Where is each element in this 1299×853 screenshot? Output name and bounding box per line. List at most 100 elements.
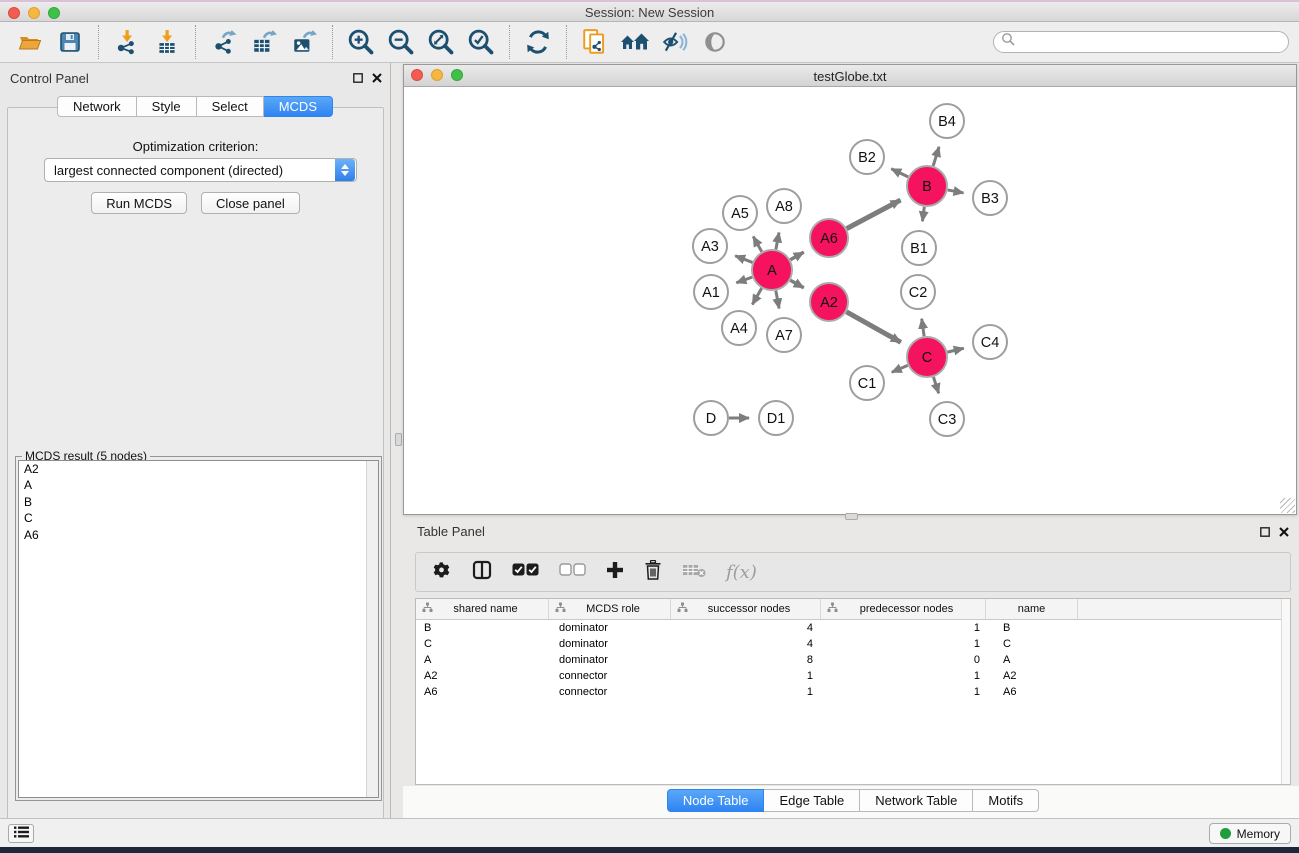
tab-mcds[interactable]: MCDS xyxy=(264,96,333,117)
table-scrollbar[interactable] xyxy=(1281,599,1290,784)
import-network-button[interactable] xyxy=(107,23,147,61)
zoom-selected-button[interactable] xyxy=(461,23,501,61)
task-history-button[interactable] xyxy=(8,824,34,843)
table-cell[interactable]: dominator xyxy=(549,620,671,636)
graph-edge-A-A7[interactable] xyxy=(776,291,779,309)
graph-node-D[interactable]: D xyxy=(694,401,728,435)
graph-node-B1[interactable]: B1 xyxy=(902,231,936,265)
show-columns-button[interactable] xyxy=(472,560,492,585)
graph-edge-B-B3[interactable] xyxy=(948,190,964,193)
graph-node-A6[interactable]: A6 xyxy=(810,219,848,257)
graph-node-A5[interactable]: A5 xyxy=(723,196,757,230)
clone-network-button[interactable] xyxy=(575,23,615,61)
add-row-button[interactable] xyxy=(606,561,624,584)
table-cell[interactable]: A6 xyxy=(416,684,549,700)
graph-node-B2[interactable]: B2 xyxy=(850,140,884,174)
graph-edge-A-A8[interactable] xyxy=(776,233,779,250)
table-cell[interactable]: A2 xyxy=(416,668,549,684)
tab-style[interactable]: Style xyxy=(137,96,197,117)
table-cell[interactable]: dominator xyxy=(549,652,671,668)
table-settings-button[interactable] xyxy=(432,560,452,585)
table-cell[interactable]: B xyxy=(416,620,549,636)
table-cell[interactable]: 1 xyxy=(821,620,986,636)
home-view-button[interactable] xyxy=(615,23,655,61)
window-resize-grip[interactable] xyxy=(1280,498,1295,513)
optimization-criterion-dropdown[interactable]: largest connected component (directed) xyxy=(44,158,357,182)
table-row[interactable]: Bdominator41B xyxy=(416,620,1290,636)
table-cell[interactable]: connector xyxy=(549,684,671,700)
graph-edge-C-C2[interactable] xyxy=(922,319,924,336)
graph-edge-A-A5[interactable] xyxy=(753,237,762,252)
graph-edge-A6-B[interactable] xyxy=(847,200,901,229)
graph-node-C3[interactable]: C3 xyxy=(930,402,964,436)
network-window-titlebar[interactable]: testGlobe.txt xyxy=(404,65,1296,87)
mcds-result-list[interactable]: A2ABCA6 xyxy=(18,460,379,798)
result-item[interactable]: A2 xyxy=(19,461,378,477)
zoom-in-button[interactable] xyxy=(341,23,381,61)
tab-node-table[interactable]: Node Table xyxy=(667,789,765,812)
select-all-button[interactable] xyxy=(512,563,539,581)
table-cell[interactable]: 8 xyxy=(671,652,821,668)
hide-graphics-details-button[interactable] xyxy=(655,23,695,61)
tab-select[interactable]: Select xyxy=(197,96,264,117)
table-cell[interactable]: 1 xyxy=(821,684,986,700)
open-session-button[interactable] xyxy=(10,23,50,61)
column-header-name[interactable]: name xyxy=(986,599,1078,619)
table-cell[interactable]: A6 xyxy=(986,684,1078,700)
result-item[interactable]: B xyxy=(19,494,378,510)
graph-node-B3[interactable]: B3 xyxy=(973,181,1007,215)
graph-node-C2[interactable]: C2 xyxy=(901,275,935,309)
graph-edge-A-A1[interactable] xyxy=(736,277,752,283)
graph-edge-B-B1[interactable] xyxy=(922,207,924,221)
zoom-out-button[interactable] xyxy=(381,23,421,61)
table-cell[interactable]: A2 xyxy=(986,668,1078,684)
tab-network[interactable]: Network xyxy=(57,96,137,117)
float-table-panel-icon[interactable] xyxy=(1259,526,1270,537)
graph-node-A4[interactable]: A4 xyxy=(722,311,756,345)
column-header-successor-nodes[interactable]: successor nodes xyxy=(671,599,821,619)
tab-motifs[interactable]: Motifs xyxy=(973,789,1039,812)
export-image-button[interactable] xyxy=(284,23,324,61)
table-row[interactable]: Cdominator41C xyxy=(416,636,1290,652)
network-canvas[interactable]: B4B2BB3A8A5A6A3B1AA1C2A2A4A7C4CC1C3DD1 xyxy=(404,87,1296,514)
graph-edge-A-A6[interactable] xyxy=(790,252,803,260)
graph-edge-A-A3[interactable] xyxy=(735,256,752,263)
graph-node-A7[interactable]: A7 xyxy=(767,318,801,352)
tab-edge-table[interactable]: Edge Table xyxy=(764,789,860,812)
graph-edge-A-A4[interactable] xyxy=(752,288,761,304)
table-cell[interactable]: A xyxy=(416,652,549,668)
search-input[interactable] xyxy=(1016,33,1288,51)
table-cell[interactable]: B xyxy=(986,620,1078,636)
table-cell[interactable]: 4 xyxy=(671,636,821,652)
run-mcds-button[interactable]: Run MCDS xyxy=(91,192,187,214)
result-item[interactable]: A6 xyxy=(19,527,378,543)
column-header-predecessor-nodes[interactable]: predecessor nodes xyxy=(821,599,986,619)
result-item[interactable]: C xyxy=(19,510,378,526)
delete-rows-button[interactable] xyxy=(644,560,662,585)
table-cell[interactable]: A xyxy=(986,652,1078,668)
refresh-button[interactable] xyxy=(518,23,558,61)
graph-node-B[interactable]: B xyxy=(907,166,947,206)
close-table-panel-icon[interactable] xyxy=(1278,526,1289,537)
network-graph[interactable]: B4B2BB3A8A5A6A3B1AA1C2A2A4A7C4CC1C3DD1 xyxy=(404,87,1296,514)
panel-splitter-grip[interactable] xyxy=(395,433,402,446)
column-header-shared-name[interactable]: shared name xyxy=(416,599,549,619)
graph-edge-C-C4[interactable] xyxy=(947,348,963,352)
graph-edge-B-B2[interactable] xyxy=(891,169,908,177)
graph-node-B4[interactable]: B4 xyxy=(930,104,964,138)
result-item[interactable]: A xyxy=(19,477,378,493)
save-session-button[interactable] xyxy=(50,23,90,61)
close-panel-icon[interactable] xyxy=(371,72,382,83)
graph-node-A8[interactable]: A8 xyxy=(767,189,801,223)
memory-button[interactable]: Memory xyxy=(1209,823,1291,844)
graph-edge-C-C1[interactable] xyxy=(892,365,908,372)
graph-edge-A-A2[interactable] xyxy=(790,280,803,288)
deselect-all-button[interactable] xyxy=(559,563,586,581)
table-row[interactable]: Adominator80A xyxy=(416,652,1290,668)
graph-node-C4[interactable]: C4 xyxy=(973,325,1007,359)
table-row[interactable]: A6connector11A6 xyxy=(416,684,1290,700)
table-row[interactable]: A2connector11A2 xyxy=(416,668,1290,684)
function-builder-button[interactable]: f(x) xyxy=(726,562,757,583)
graph-node-C[interactable]: C xyxy=(907,337,947,377)
table-cell[interactable]: C xyxy=(416,636,549,652)
